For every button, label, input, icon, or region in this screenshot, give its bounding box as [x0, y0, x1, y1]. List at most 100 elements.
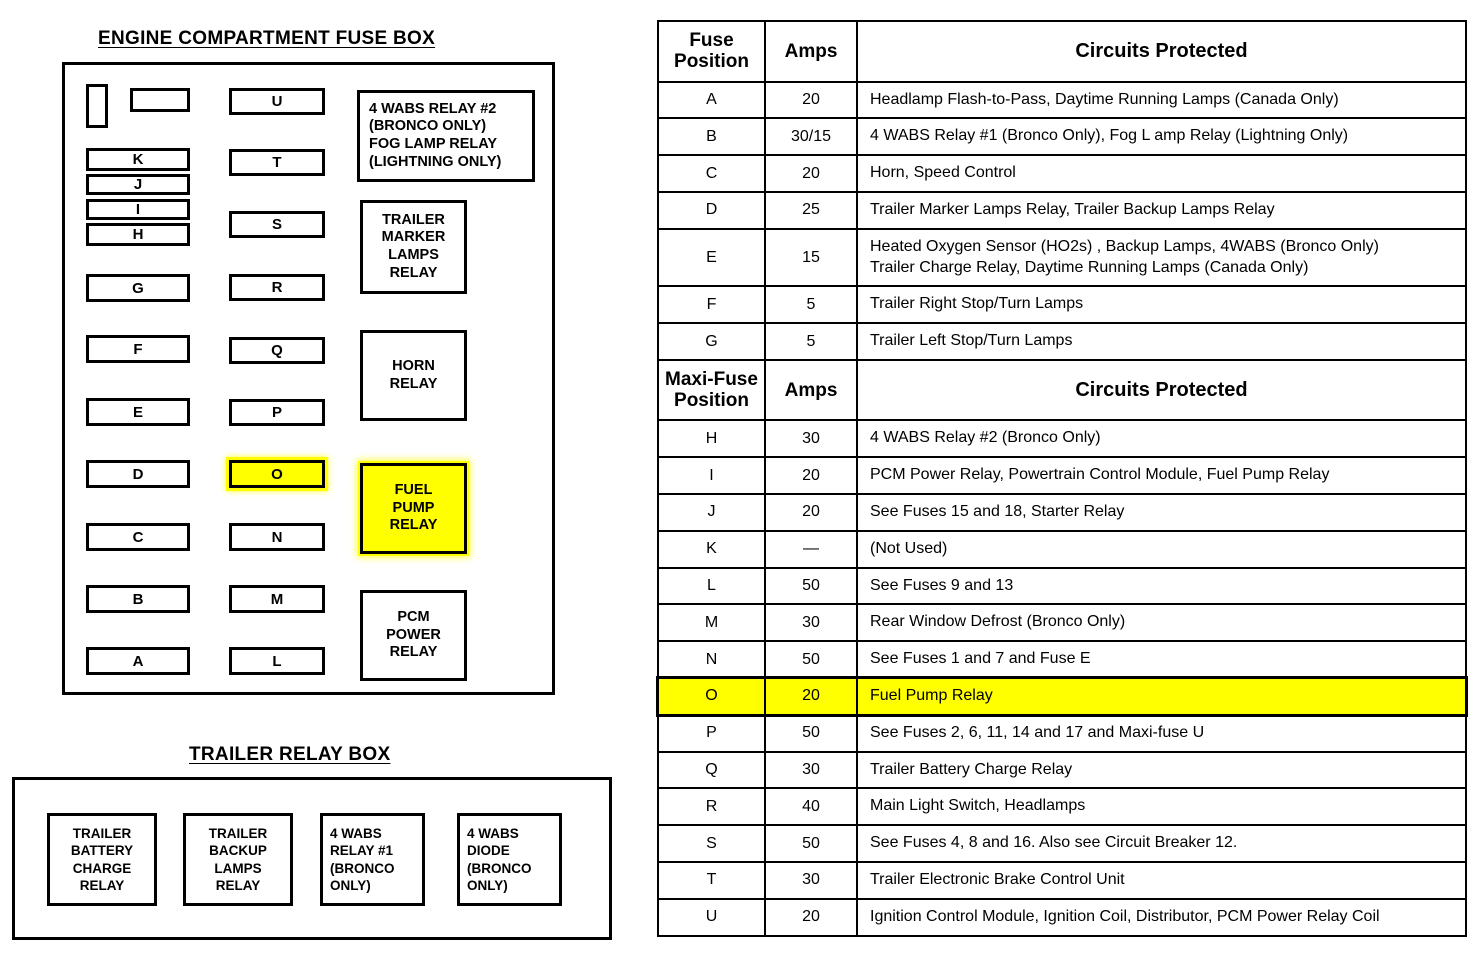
cell-position-E: E: [657, 227, 766, 288]
fuse-slot-D[interactable]: D: [86, 460, 190, 488]
blank-slot-vertical[interactable]: [86, 84, 108, 128]
table-row[interactable]: M 30 Rear Window Defrost (Bronco Only): [657, 603, 1467, 643]
column-header-circuits-maxi: Circuits Protected: [856, 358, 1467, 422]
cell-amps-L: 50: [764, 566, 858, 606]
fuse-reference-table: Fuse Position Amps Circuits Protected A 20 He…: [656, 20, 1468, 937]
fuse-slot-M[interactable]: M: [229, 585, 325, 613]
cell-position-H: H: [657, 419, 766, 459]
cell-amps-D: 25: [764, 190, 858, 230]
cell-position-B: B: [657, 117, 766, 157]
cell-position-A: A: [657, 80, 766, 120]
cell-circuits-P: See Fuses 2, 6, 11, 14 and 17 and Maxi-f…: [856, 713, 1467, 753]
table-row[interactable]: A 20 Headlamp Flash-to-Pass, Daytime Runni…: [657, 80, 1467, 120]
cell-amps-U: 20: [764, 897, 858, 937]
fuse-slot-G[interactable]: G: [86, 274, 190, 302]
fuse-slot-B[interactable]: B: [86, 585, 190, 613]
table-row[interactable]: U 20 Ignition Control Module, Ignition Coi…: [657, 897, 1467, 937]
cell-position-N: N: [657, 640, 766, 680]
cell-amps-G: 5: [764, 322, 858, 361]
fuse-slot-I[interactable]: I: [86, 199, 190, 220]
cell-position-J: J: [657, 493, 766, 532]
fuse-slot-O[interactable]: O: [229, 460, 325, 488]
cell-position-G: G: [657, 322, 766, 361]
cell-circuits-L: See Fuses 9 and 13: [856, 566, 1467, 606]
cell-amps-R: 40: [764, 787, 858, 827]
cell-position-D: D: [657, 190, 766, 230]
cell-circuits-R: Main Light Switch, Headlamps: [856, 787, 1467, 827]
table-row[interactable]: R 40 Main Light Switch, Headlamps: [657, 787, 1467, 827]
fuse-slot-L[interactable]: L: [229, 647, 325, 675]
cell-amps-O: 20: [764, 677, 858, 716]
column-header-amps-maxi: Amps: [764, 358, 858, 422]
table-row[interactable]: H 30 4 WABS Relay #2 (Bronco Only): [657, 419, 1467, 459]
fuse-slot-Q[interactable]: Q: [229, 337, 325, 364]
cell-amps-J: 20: [764, 493, 858, 532]
cell-circuits-J: See Fuses 15 and 18, Starter Relay: [856, 493, 1467, 532]
fuse-slot-R[interactable]: R: [229, 274, 325, 301]
table-row[interactable]: Q 30 Trailer Battery Charge Relay: [657, 750, 1467, 790]
cell-circuits-U: Ignition Control Module, Ignition Coil, …: [856, 897, 1467, 937]
cell-amps-Q: 30: [764, 750, 858, 790]
fuse-slot-H[interactable]: H: [86, 223, 190, 246]
relay-horn[interactable]: HORN RELAY: [360, 330, 467, 421]
cell-amps-C: 20: [764, 154, 858, 193]
table-row[interactable]: D 25 Trailer Marker Lamps Relay, Trailer B…: [657, 190, 1467, 230]
fuse-slot-P[interactable]: P: [229, 399, 325, 426]
trailer-relay-battery-charge[interactable]: TRAILER BATTERY CHARGE RELAY: [47, 813, 157, 906]
cell-circuits-Q: Trailer Battery Charge Relay: [856, 750, 1467, 790]
table-row[interactable]: B 30/15 4 WABS Relay #1 (Bronco Only), Fog…: [657, 117, 1467, 157]
table-header-row-fuse: Fuse Position Amps Circuits Protected: [657, 20, 1467, 83]
cell-amps-S: 50: [764, 824, 858, 863]
relay-4-wabs-relay-2-fog-lamp[interactable]: 4 WABS RELAY #2 (BRONCO ONLY) FOG LAMP R…: [357, 90, 535, 182]
cell-circuits-T: Trailer Electronic Brake Control Unit: [856, 861, 1467, 900]
table-row[interactable]: F 5 Trailer Right Stop/Turn Lamps: [657, 285, 1467, 325]
table-row[interactable]: P 50 See Fuses 2, 6, 11, 14 and 17 and Max…: [657, 713, 1467, 753]
table-row[interactable]: C 20 Horn, Speed Control: [657, 154, 1467, 193]
cell-amps-F: 5: [764, 285, 858, 325]
fuse-slot-F[interactable]: F: [86, 335, 190, 363]
blank-slot-horizontal[interactable]: [130, 88, 190, 112]
cell-position-C: C: [657, 154, 766, 193]
table-row[interactable]: T 30 Trailer Electronic Brake Control Unit: [657, 861, 1467, 900]
table-header-row-maxi: Maxi-Fuse Position Amps Circuits Protected: [657, 358, 1467, 422]
cell-position-I: I: [657, 456, 766, 496]
fuse-slot-S[interactable]: S: [229, 211, 325, 238]
table-row[interactable]: N 50 See Fuses 1 and 7 and Fuse E: [657, 640, 1467, 680]
cell-position-M: M: [657, 603, 766, 643]
cell-amps-T: 30: [764, 861, 858, 900]
column-header-position-fuse: Fuse Position: [657, 20, 766, 83]
table-row[interactable]: E 15 Heated Oxygen Sensor (HO2s) , Backup …: [657, 227, 1467, 288]
cell-amps-I: 20: [764, 456, 858, 496]
cell-amps-P: 50: [764, 713, 858, 753]
cell-position-F: F: [657, 285, 766, 325]
relay-pcm-power[interactable]: PCM POWER RELAY: [360, 590, 467, 681]
table-row[interactable]: J 20 See Fuses 15 and 18, Starter Relay: [657, 493, 1467, 532]
trailer-relay-4-wabs-diode[interactable]: 4 WABS DIODE (BRONCO ONLY): [457, 813, 562, 906]
fuse-slot-J[interactable]: J: [86, 174, 190, 195]
relay-fuel-pump[interactable]: FUEL PUMP RELAY: [360, 463, 467, 554]
column-header-position-maxi: Maxi-Fuse Position: [657, 358, 766, 422]
cell-amps-K: —: [764, 529, 858, 569]
cell-circuits-B: 4 WABS Relay #1 (Bronco Only), Fog L amp…: [856, 117, 1467, 157]
table-row[interactable]: L 50 See Fuses 9 and 13: [657, 566, 1467, 606]
fuse-slot-A[interactable]: A: [86, 647, 190, 675]
trailer-relay-backup-lamps[interactable]: TRAILER BACKUP LAMPS RELAY: [183, 813, 293, 906]
fuse-slot-N[interactable]: N: [229, 523, 325, 551]
table-row[interactable]: O 20 Fuel Pump Relay: [656, 676, 1468, 717]
trailer-relay-4-wabs-relay-1[interactable]: 4 WABS RELAY #1 (BRONCO ONLY): [320, 813, 425, 906]
fuse-slot-C[interactable]: C: [86, 523, 190, 551]
fuse-slot-E[interactable]: E: [86, 398, 190, 426]
table-row[interactable]: S 50 See Fuses 4, 8 and 16. Also see Circu…: [657, 824, 1467, 863]
relay-trailer-marker-lamps[interactable]: TRAILER MARKER LAMPS RELAY: [360, 200, 467, 294]
fuse-slot-K[interactable]: K: [86, 148, 190, 171]
table-row[interactable]: I 20 PCM Power Relay, Powertrain Control M…: [657, 456, 1467, 496]
cell-circuits-G: Trailer Left Stop/Turn Lamps: [856, 322, 1467, 361]
cell-circuits-A: Headlamp Flash-to-Pass, Daytime Running …: [856, 80, 1467, 120]
fuse-slot-U[interactable]: U: [229, 88, 325, 115]
table-row[interactable]: K — (Not Used): [657, 529, 1467, 569]
fuse-slot-T[interactable]: T: [229, 149, 325, 176]
column-header-circuits-fuse: Circuits Protected: [856, 20, 1467, 83]
table-row[interactable]: G 5 Trailer Left Stop/Turn Lamps: [657, 322, 1467, 361]
fuse-box-diagram-page: ENGINE COMPARTMENT FUSE BOX K J I H G F …: [0, 0, 1475, 978]
cell-circuits-F: Trailer Right Stop/Turn Lamps: [856, 285, 1467, 325]
